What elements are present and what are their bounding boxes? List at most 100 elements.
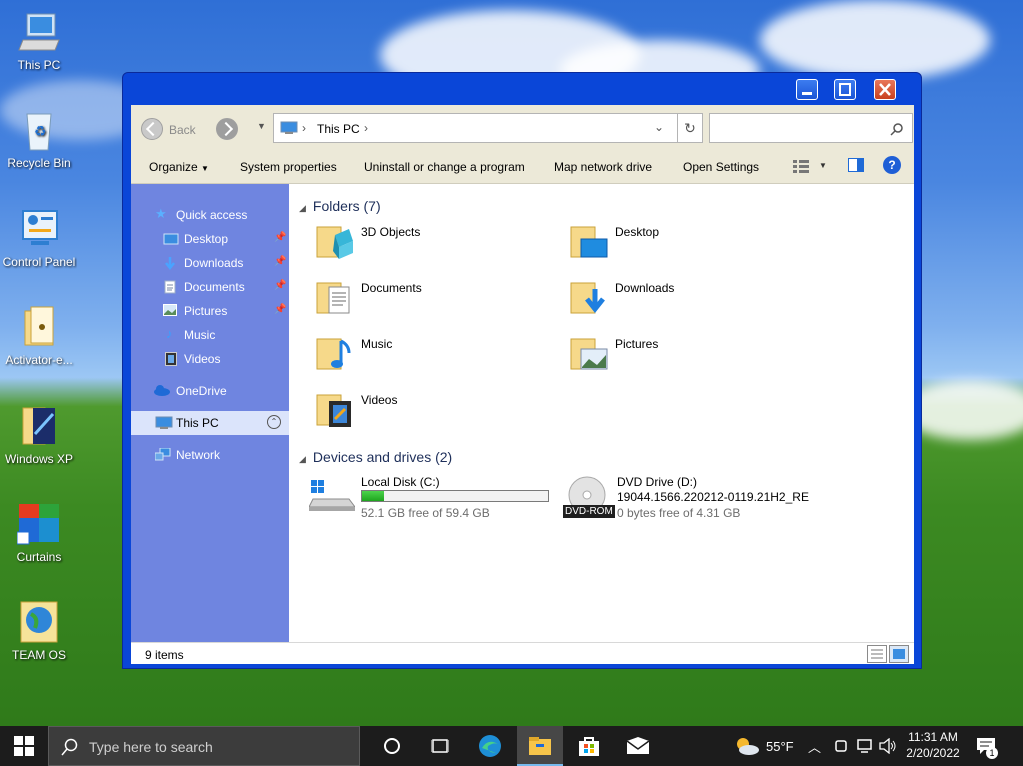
folder-item[interactable]: Documents <box>315 277 555 323</box>
address-bar[interactable]: › This PC › ⌄ <box>273 113 703 143</box>
computer-icon <box>280 121 298 138</box>
system-properties-button[interactable]: System properties <box>240 160 337 174</box>
taskbar-store[interactable] <box>566 726 612 766</box>
folder-item[interactable]: Videos <box>315 389 555 435</box>
desktop-icon-curtains[interactable]: Curtains <box>1 502 77 564</box>
view-dropdown-chevron-icon[interactable]: ▼ <box>819 161 827 170</box>
section-title: Folders (7) <box>312 198 381 214</box>
taskbar-search-box[interactable]: Type here to search <box>48 726 360 766</box>
sidebar-item-quick-access[interactable]: ★ Quick access <box>131 203 289 227</box>
desktop-icon-label: Curtains <box>16 550 62 564</box>
navigation-pane: ★ Quick access Desktop 📌 Downloads 📌 Doc… <box>131 184 289 642</box>
desktop-icon-activator[interactable]: Activator-e... <box>1 305 77 367</box>
taskbar-edge[interactable] <box>467 726 513 766</box>
details-view-icon[interactable] <box>867 645 887 663</box>
recycle-bin-icon: ♻ <box>17 108 61 152</box>
refresh-button[interactable]: ↻ <box>677 113 703 143</box>
folder-item[interactable]: Desktop <box>569 221 809 267</box>
breadcrumb-separator[interactable]: › <box>364 121 368 135</box>
start-button[interactable] <box>0 726 48 766</box>
weather-widget[interactable]: 55°F <box>732 726 798 766</box>
notification-center-button[interactable]: 1 <box>972 726 1012 766</box>
taskbar-file-explorer[interactable] <box>517 726 563 766</box>
sidebar-item-network[interactable]: Network <box>131 443 289 467</box>
organize-button[interactable]: Organize ▼ <box>149 160 209 174</box>
pin-icon: 📌 <box>274 232 287 243</box>
sidebar-item-documents[interactable]: Documents 📌 <box>131 275 289 299</box>
breadcrumb-separator: › <box>302 121 306 135</box>
open-settings-button[interactable]: Open Settings <box>683 160 759 174</box>
collapse-chevron-icon[interactable]: ⌃ <box>267 415 281 429</box>
curtains-icon <box>16 502 61 546</box>
cloud-icon <box>153 384 170 398</box>
window-titlebar[interactable] <box>123 73 921 105</box>
close-button[interactable] <box>874 79 896 100</box>
sidebar-item-pictures[interactable]: Pictures 📌 <box>131 299 289 323</box>
folder-item[interactable]: 3D Objects <box>315 221 555 267</box>
section-title: Devices and drives (2) <box>312 449 453 465</box>
desktop-icon-windows-xp[interactable]: Windows XP <box>1 404 77 466</box>
task-view-button[interactable] <box>417 726 463 766</box>
sidebar-item-this-pc[interactable]: This PC ⌃ <box>131 411 289 435</box>
recent-locations-chevron-icon[interactable]: ▼ <box>257 121 266 131</box>
sidebar-item-onedrive[interactable]: OneDrive <box>131 379 289 403</box>
pin-icon: 📌 <box>274 280 287 291</box>
help-icon[interactable]: ? <box>883 156 901 174</box>
forward-button[interactable] <box>216 118 238 140</box>
search-input[interactable] <box>709 113 913 143</box>
large-icons-view-icon[interactable] <box>889 645 909 663</box>
file-explorer-icon <box>529 737 551 755</box>
network-status-icon[interactable] <box>857 738 873 754</box>
breadcrumb-this-pc[interactable]: This PC <box>317 122 360 136</box>
sidebar-item-videos[interactable]: Videos <box>131 347 289 371</box>
minimize-button[interactable] <box>796 79 818 100</box>
volume-icon[interactable] <box>879 738 897 754</box>
preview-pane-icon[interactable] <box>848 158 864 175</box>
cortana-button[interactable] <box>369 726 415 766</box>
desktop-icon-recycle-bin[interactable]: ♻ Recycle Bin <box>1 108 77 170</box>
folder-item[interactable]: Downloads <box>569 277 809 323</box>
download-icon <box>163 256 177 271</box>
desktop-icon-this-pc[interactable]: This PC <box>1 10 77 72</box>
view-options-icon[interactable] <box>793 159 809 176</box>
desktop-icon-team-os[interactable]: TEAM OS <box>1 600 77 662</box>
uninstall-program-button[interactable]: Uninstall or change a program <box>364 160 525 174</box>
star-icon: ★ <box>155 206 167 221</box>
taskbar-mail[interactable] <box>615 726 661 766</box>
meet-now-icon[interactable] <box>834 738 848 754</box>
chevron-down-icon: ▼ <box>201 164 209 173</box>
back-button[interactable] <box>141 118 163 140</box>
show-hidden-icons-chevron-icon[interactable]: ︿ <box>808 737 821 756</box>
explorer-window: Back ▼ › This PC › ⌄ ↻ Organize ▼ System… <box>122 72 922 669</box>
organize-label: Organize <box>149 160 198 174</box>
drive-item-d[interactable]: DVD-ROM DVD Drive (D:) 19044.1566.220212… <box>563 475 863 525</box>
desktop-folder-icon <box>569 221 609 261</box>
notification-badge: 1 <box>986 747 998 759</box>
drive-name: Local Disk (C:) <box>361 475 440 489</box>
pin-icon: 📌 <box>274 256 287 267</box>
sidebar-item-desktop[interactable]: Desktop 📌 <box>131 227 289 251</box>
drive-volume-label: 19044.1566.220212-0119.21H2_RE <box>617 490 809 504</box>
address-dropdown-chevron-icon[interactable]: ⌄ <box>654 120 664 134</box>
folder-item[interactable]: Music <box>315 333 555 379</box>
drive-item-c[interactable]: Local Disk (C:) 52.1 GB free of 59.4 GB <box>308 475 549 520</box>
search-placeholder: Type here to search <box>89 739 213 755</box>
sidebar-item-label: OneDrive <box>176 384 227 398</box>
mail-envelope-icon <box>626 737 650 754</box>
desktop-icon-label: Control Panel <box>2 255 76 269</box>
folder-icon <box>17 305 61 349</box>
desktop-icon-label: TEAM OS <box>11 648 66 662</box>
windows-logo-icon <box>14 736 34 756</box>
computer-icon <box>155 416 173 430</box>
sidebar-item-label: This PC <box>176 416 219 430</box>
map-network-drive-button[interactable]: Map network drive <box>554 160 652 174</box>
folder-item[interactable]: Pictures <box>569 333 809 379</box>
collapse-icon: ◢ <box>299 454 306 464</box>
drives-section-header[interactable]: ◢ Devices and drives (2) <box>299 449 452 465</box>
sidebar-item-downloads[interactable]: Downloads 📌 <box>131 251 289 275</box>
desktop-icon-control-panel[interactable]: Control Panel <box>1 207 77 269</box>
sidebar-item-music[interactable]: ♪ Music <box>131 323 289 347</box>
clock[interactable]: 11:31 AM 2/20/2022 <box>902 728 964 764</box>
maximize-button[interactable] <box>834 79 856 100</box>
folders-section-header[interactable]: ◢ Folders (7) <box>299 198 381 214</box>
